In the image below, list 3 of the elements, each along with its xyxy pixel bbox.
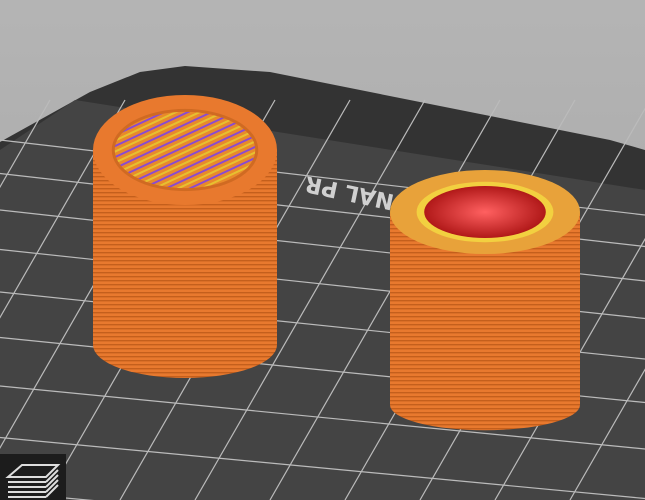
- bed-label: NAL PR: [302, 170, 396, 214]
- layers-button[interactable]: [0, 454, 66, 500]
- cylinder-model[interactable]: [93, 95, 277, 378]
